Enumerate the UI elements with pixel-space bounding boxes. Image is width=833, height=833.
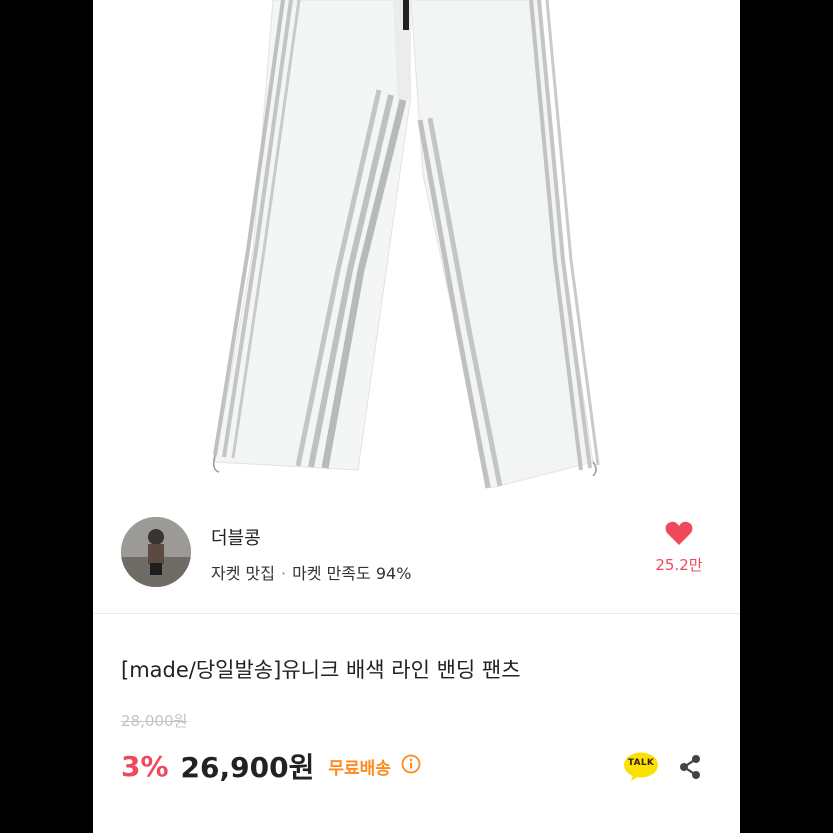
discount-rate: 3%	[121, 749, 169, 783]
meta-separator: ·	[280, 564, 287, 583]
section-divider	[93, 613, 740, 614]
shop-tagline: 자켓 맛집	[211, 564, 275, 583]
shop-meta: 자켓 맛집 · 마켓 만족도 94%	[211, 560, 411, 584]
like-button[interactable]: 25.2만	[644, 520, 714, 575]
original-price: 28,000원	[121, 712, 188, 730]
share-button[interactable]	[676, 752, 704, 782]
product-image[interactable]	[93, 0, 740, 500]
share-icon	[680, 755, 700, 779]
kakao-label: TALK	[627, 758, 655, 768]
market-satisfaction: 마켓 만족도 94%	[292, 564, 412, 583]
kakao-share-button[interactable]: TALK	[623, 752, 659, 782]
price-row: 3% 26,900원 무료배송	[121, 748, 421, 784]
avatar-photo	[121, 517, 191, 587]
seller-info[interactable]: 더블콩 자켓 맛집 · 마켓 만족도 94% 25.2만	[93, 500, 740, 610]
product-title: [made/당일발송]유니크 배색 라인 밴딩 팬츠	[121, 658, 521, 682]
info-icon[interactable]	[401, 754, 421, 778]
heart-icon	[665, 521, 693, 545]
like-count: 25.2만	[655, 556, 703, 574]
sale-price: 26,900원	[180, 751, 315, 784]
seller-avatar[interactable]	[121, 517, 191, 587]
free-shipping-badge: 무료배송	[328, 758, 391, 779]
pants-photo	[212, 0, 600, 489]
product-detail-screen: 더블콩 자켓 맛집 · 마켓 만족도 94% 25.2만 [made/당일발송]유니…	[93, 0, 740, 833]
shop-name[interactable]: 더블콩	[211, 524, 261, 550]
